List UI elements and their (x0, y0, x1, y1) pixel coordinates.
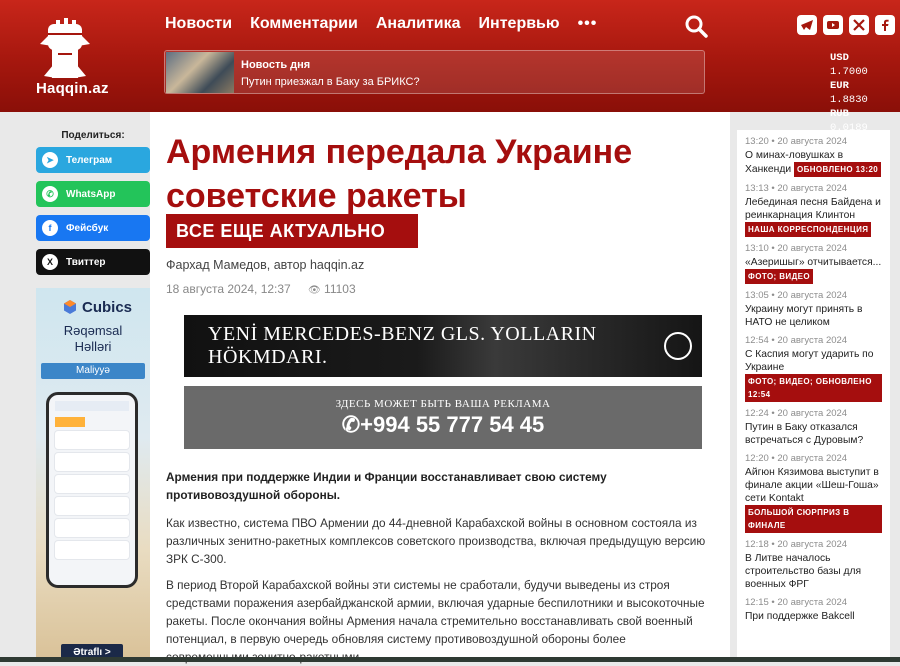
facebook-icon: f (42, 220, 58, 236)
view-count: 11103 (324, 282, 356, 296)
feed-time: 12:24 • 20 августа 2024 (745, 408, 848, 419)
whatsapp-icon: ✆ (42, 186, 58, 202)
search-icon[interactable] (684, 14, 708, 38)
feed-item[interactable]: 12:20 • 20 августа 2024 Айгюн Кязимова вы… (737, 447, 890, 533)
nav-interviews[interactable]: Интервью (479, 15, 560, 33)
news-of-the-day[interactable]: Новость дня Путин приезжал в Баку за БРИ… (164, 50, 705, 94)
eye-icon: 👁 (308, 285, 321, 296)
feed-time: 13:10 • 20 августа 2024 (745, 243, 848, 254)
ad-tag: Maliyyə (41, 363, 145, 379)
mercedes-banner[interactable]: YENİ MERCEDES-BENZ GLS. YOLLARIN HÖKMDAR… (184, 315, 702, 377)
article-paragraph: В период Второй Карабахской войны эти си… (166, 578, 705, 664)
feed-tag: НАША КОРРЕСПОНДЕНЦИЯ (745, 222, 872, 237)
ad-placeholder-banner[interactable]: ЗДЕСЬ МОЖЕТ БЫТЬ ВАША РЕКЛАМА ✆+994 55 7… (184, 386, 702, 449)
feed-time: 12:54 • 20 августа 2024 (745, 335, 848, 346)
ad-phone-number: +994 55 777 54 45 (360, 412, 545, 437)
share-panel: Поделиться: ➤ Телеграм ✆ WhatsApp f Фейсбук… (36, 130, 150, 283)
feed-time: 12:15 • 20 августа 2024 (745, 597, 848, 608)
feed-headline: Айгюн Кязимова выступит в финале акции «… (745, 466, 882, 533)
mercedes-logo-icon (664, 332, 692, 360)
page-bottom-edge (0, 657, 900, 662)
feed-item[interactable]: 13:13 • 20 августа 2024 Лебединая песня Б… (737, 177, 890, 237)
nav-news[interactable]: Новости (165, 15, 232, 33)
phone-mockup (46, 392, 138, 588)
site-logo-text[interactable]: Haqqin.az (36, 80, 109, 97)
feed-headline: При поддержке Bakcell (745, 611, 855, 622)
feed-headline: О минах-ловушках в Ханкенди ОБНОВЛЕНО 13… (745, 149, 882, 177)
rate-eur: EUR 1.8830 (830, 80, 868, 106)
feed-time: 13:20 • 20 августа 2024 (745, 136, 848, 147)
ad-line-2: Həlləri (74, 339, 112, 354)
news-of-the-day-headline[interactable]: Путин приезжал в Баку за БРИКС? (241, 76, 420, 88)
x-icon: X (42, 254, 58, 270)
feed-headline: В Литве началось строительство базы для … (745, 553, 862, 590)
mercedes-banner-text: YENİ MERCEDES-BENZ GLS. YOLLARIN HÖKMDAR… (208, 323, 597, 368)
nav-analytics[interactable]: Аналитика (376, 15, 461, 33)
share-twitter-label: Твиттер (66, 256, 106, 268)
feed-headline: Путин в Баку отказался встречаться с Дур… (745, 422, 864, 446)
feed-time: 12:20 • 20 августа 2024 (745, 453, 848, 464)
cubics-brand: Cubics (82, 299, 133, 316)
feed-item[interactable]: 13:20 • 20 августа 2024 О минах-ловушках … (737, 130, 890, 177)
news-feed: 13:20 • 20 августа 2024 О минах-ловушках … (737, 130, 890, 662)
facebook-icon[interactable] (875, 15, 895, 35)
feed-tag: ФОТО; ВИДЕО (745, 269, 814, 284)
share-twitter-button[interactable]: X Твиттер (36, 249, 150, 275)
nav-comments[interactable]: Комментарии (250, 15, 358, 33)
youtube-icon[interactable] (823, 15, 843, 35)
article-author[interactable]: Фархад Мамедов, автор haqqin.az (166, 258, 364, 272)
feed-item[interactable]: 12:54 • 20 августа 2024 С Каспия могут уд… (737, 329, 890, 402)
telegram-icon[interactable] (797, 15, 817, 35)
feed-item[interactable]: 13:05 • 20 августа 2024 Украину могут при… (737, 284, 890, 329)
news-of-the-day-label: Новость дня (241, 59, 311, 71)
ad-line-1: Rəqəmsal (63, 323, 123, 338)
ad-placeholder-text: ЗДЕСЬ МОЖЕТ БЫТЬ ВАША РЕКЛАМА (335, 398, 551, 410)
ad-phone: ✆+994 55 777 54 45 (184, 412, 702, 438)
cubics-ad[interactable]: Cubics Rəqəmsal Həlləri Maliyyə Ətraflı > (36, 288, 150, 662)
article-title: Армения передала Украине советские ракет… (166, 133, 633, 215)
nav-more-icon[interactable]: ••• (578, 15, 598, 33)
news-of-the-day-photo (166, 52, 234, 93)
site-header: Haqqin.az Новости Комментарии Аналитика … (0, 0, 900, 134)
share-whatsapp-button[interactable]: ✆ WhatsApp (36, 181, 150, 207)
feed-headline: С Каспия могут ударить по Украине ФОТО; … (745, 348, 882, 402)
article-lead: Армения при поддержке Индии и Франции во… (166, 470, 607, 502)
feed-headline: Украину могут принять в НАТО не целиком (745, 304, 863, 328)
share-telegram-label: Телеграм (66, 154, 113, 166)
feed-item[interactable]: 12:24 • 20 августа 2024 Путин в Баку отка… (737, 402, 890, 447)
feed-tag: ОБНОВЛЕНО 13:20 (793, 162, 882, 177)
feed-tag: БОЛЬШОЙ СЮРПРИЗ В ФИНАЛЕ (745, 505, 882, 533)
rate-usd: USD 1.7000 (830, 52, 868, 78)
article-date: 18 августа 2024, 12:37 (166, 282, 291, 296)
article-views: 👁 11103 (308, 282, 356, 296)
share-whatsapp-label: WhatsApp (66, 188, 116, 200)
feed-headline: «Азеришыг» отчитывается... ФОТО; ВИДЕО (745, 256, 882, 284)
feed-headline: Лебединая песня Байдена и реинкарнация К… (745, 196, 882, 237)
feed-tag: ФОТО; ВИДЕО; ОБНОВЛЕНО 12:54 (745, 374, 882, 402)
share-title: Поделиться: (61, 130, 125, 141)
feed-time: 12:18 • 20 августа 2024 (745, 539, 848, 550)
main-nav: Новости Комментарии Аналитика Интервью •… (165, 15, 597, 33)
article-paragraph: Как известно, система ПВО Армении до 44-… (166, 516, 706, 566)
currency-rates: USD 1.7000 EUR 1.8830 RUB 0.0189 (830, 51, 900, 135)
social-links (797, 15, 895, 35)
x-icon[interactable] (849, 15, 869, 35)
ad-headline: Rəqəmsal Həlləri (36, 323, 150, 355)
feed-time: 13:05 • 20 августа 2024 (745, 290, 848, 301)
status-badge: ВСЕ ЕЩЕ АКТУАЛЬНО (166, 214, 418, 248)
share-facebook-button[interactable]: f Фейсбук (36, 215, 150, 241)
feed-item[interactable]: 13:10 • 20 августа 2024 «Азеришыг» отчиты… (737, 237, 890, 284)
feed-item[interactable]: 12:18 • 20 августа 2024 В Литве началось … (737, 533, 890, 591)
feed-time: 13:13 • 20 августа 2024 (745, 183, 848, 194)
phone-icon: ✆ (341, 412, 361, 437)
telegram-icon: ➤ (42, 152, 58, 168)
share-facebook-label: Фейсбук (66, 222, 109, 234)
share-telegram-button[interactable]: ➤ Телеграм (36, 147, 150, 173)
feed-item[interactable]: 12:15 • 20 августа 2024 При поддержке Bak… (737, 591, 890, 623)
cubics-logo-icon (64, 300, 76, 314)
